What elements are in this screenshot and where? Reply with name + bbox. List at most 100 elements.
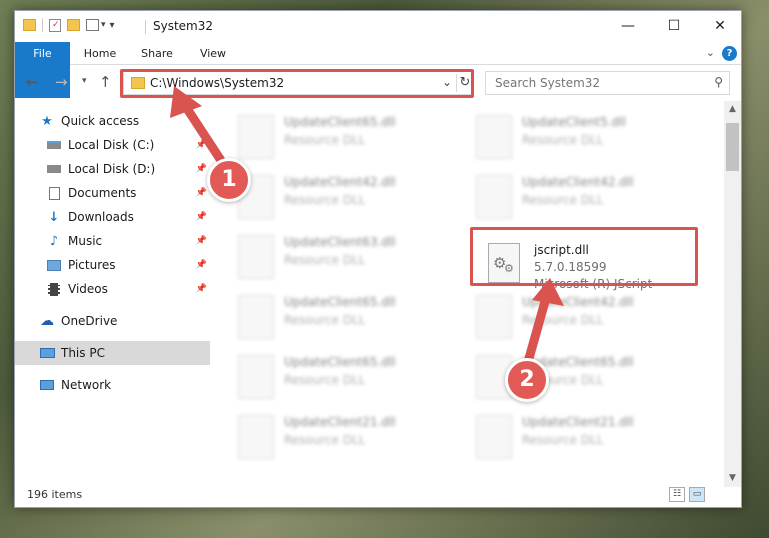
file-item[interactable]: UpdateClient65.dll Resource DLL (238, 111, 458, 167)
file-name: UpdateClient21.dll (284, 415, 396, 429)
forward-arrow-icon[interactable]: → (55, 73, 68, 91)
file-item[interactable]: UpdateClient21.dll Resource DLL (238, 411, 458, 467)
step-1-badge: 1 (207, 158, 251, 202)
divider (145, 20, 146, 34)
pin-icon[interactable]: 📌 (196, 164, 207, 174)
sidebar-item-label: Pictures (68, 258, 116, 272)
sidebar-item-pictures[interactable]: Pictures 📌 (15, 253, 210, 277)
search-box[interactable]: ⚲ (485, 71, 730, 95)
pin-icon[interactable]: 📌 (196, 140, 207, 150)
sidebar-item-label: Network (61, 378, 112, 392)
maximize-button[interactable]: ☐ (651, 11, 697, 41)
file-item[interactable]: UpdateClient42.dll Resource DLL (238, 171, 458, 227)
file-item[interactable]: UpdateClient65.dll Resource DLL (238, 291, 458, 347)
properties-icon[interactable]: ✓ (49, 18, 61, 32)
drive-icon (46, 161, 62, 177)
star-icon: ★ (41, 113, 53, 129)
dll-file-icon (238, 295, 274, 339)
tab-share[interactable]: Share (133, 42, 181, 65)
search-icon[interactable]: ⚲ (714, 75, 723, 89)
dll-file-icon (238, 115, 274, 159)
file-item[interactable]: UpdateClient42.dll Resource DLL (476, 291, 696, 347)
vertical-scrollbar[interactable]: ▲ ▼ (724, 101, 741, 487)
pin-icon[interactable]: 📌 (196, 284, 207, 294)
dll-file-icon (476, 175, 512, 219)
minimize-button[interactable]: — (605, 11, 651, 41)
expand-ribbon-icon[interactable]: ⌄ (706, 46, 715, 59)
window-title: System32 (153, 19, 214, 33)
new-folder-icon[interactable] (67, 19, 80, 31)
dll-file-icon (238, 355, 274, 399)
large-icons-view-icon[interactable]: ▭ (689, 487, 705, 502)
music-icon: ♪ (49, 233, 59, 249)
details-view-icon[interactable]: ☷ (669, 487, 685, 502)
file-name: UpdateClient5.dll (522, 115, 626, 129)
file-name: UpdateClient65.dll (284, 295, 396, 309)
title-bar: ✓ ▾ ▾ System32 — ☐ ✕ (15, 11, 741, 41)
file-item[interactable]: UpdateClient5.dll Resource DLL (476, 111, 696, 167)
videos-icon (46, 281, 62, 297)
sidebar-item-local-disk-d[interactable]: Local Disk (D:) 📌 (15, 157, 210, 181)
sidebar-item-label: Music (68, 234, 103, 248)
file-name: UpdateClient42.dll (522, 175, 634, 189)
file-item[interactable]: UpdateClient63.dll Resource DLL (238, 231, 458, 287)
sidebar-item-label: Local Disk (D:) (68, 162, 156, 176)
sidebar-item-onedrive[interactable]: ☁ OneDrive (15, 309, 210, 333)
tab-home[interactable]: Home (77, 42, 123, 65)
sidebar-item-documents[interactable]: Documents 📌 (15, 181, 210, 205)
help-icon[interactable]: ? (722, 46, 737, 61)
file-item[interactable]: UpdateClient65.dll Resource DLL (238, 351, 458, 407)
sidebar-item-label: Local Disk (C:) (68, 138, 155, 152)
file-type: Resource DLL (522, 433, 604, 447)
file-type: Resource DLL (284, 133, 366, 147)
file-name: UpdateClient42.dll (284, 175, 396, 189)
scrollbar-thumb[interactable] (726, 123, 739, 171)
pin-icon[interactable]: 📌 (196, 236, 207, 246)
sidebar-item-this-pc[interactable]: This PC (15, 341, 210, 365)
file-item[interactable]: UpdateClient42.dll Resource DLL (476, 171, 696, 227)
sidebar-item-network[interactable]: Network (15, 373, 210, 397)
dll-file-icon (476, 295, 512, 339)
back-arrow-icon[interactable]: ← (26, 73, 39, 91)
sidebar-item-music[interactable]: ♪ Music 📌 (15, 229, 210, 253)
file-type: Resource DLL (284, 313, 366, 327)
file-name: UpdateClient65.dll (284, 355, 396, 369)
recent-locations-icon[interactable]: ▾ (82, 76, 87, 86)
file-type: Resource DLL (522, 313, 604, 327)
computer-icon (39, 345, 55, 361)
documents-icon (46, 185, 62, 201)
sidebar-item-label: Quick access (61, 114, 140, 128)
status-bar: 196 items ☷ ▭ (15, 483, 741, 507)
sidebar-item-local-disk-c[interactable]: Local Disk (C:) 📌 (15, 133, 210, 157)
file-item[interactable]: UpdateClient21.dll Resource DLL (476, 411, 696, 467)
address-highlight-box (120, 69, 474, 98)
search-input[interactable] (486, 72, 701, 94)
pin-icon[interactable]: 📌 (196, 188, 207, 198)
file-type: Resource DLL (284, 193, 366, 207)
sidebar-item-label: This PC (61, 346, 105, 360)
file-name: UpdateClient63.dll (284, 235, 396, 249)
pin-icon[interactable]: 📌 (196, 212, 207, 222)
up-arrow-icon[interactable]: ↑ (99, 73, 112, 91)
close-button[interactable]: ✕ (697, 11, 743, 41)
drive-icon (46, 137, 62, 153)
dll-file-icon (238, 235, 274, 279)
dll-file-icon (476, 415, 512, 459)
quick-access-toolbar: ✓ ▾ ▾ (23, 18, 115, 32)
network-icon (39, 377, 55, 393)
folder-icon[interactable] (23, 19, 36, 31)
dropdown-icon[interactable]: ▾ (110, 20, 115, 31)
ribbon-tabs: File Home Share View ⌄ ? (15, 42, 741, 98)
navigation-pane: ★ Quick access Local Disk (C:) 📌 Local D… (15, 107, 210, 475)
sidebar-item-label: Documents (68, 186, 137, 200)
sidebar-item-videos[interactable]: Videos 📌 (15, 277, 210, 301)
cloud-icon: ☁ (40, 313, 54, 329)
tab-view[interactable]: View (191, 42, 235, 65)
sidebar-item-quick-access[interactable]: ★ Quick access (15, 109, 210, 133)
chevron-down-icon[interactable]: ▾ (101, 20, 106, 30)
file-list: UpdateClient65.dll Resource DLL UpdateCl… (220, 101, 725, 481)
pin-icon[interactable]: 📌 (196, 260, 207, 270)
sidebar-item-downloads[interactable]: ↓ Downloads 📌 (15, 205, 210, 229)
customize-icon[interactable] (86, 19, 99, 31)
scroll-up-icon[interactable]: ▲ (724, 101, 741, 118)
